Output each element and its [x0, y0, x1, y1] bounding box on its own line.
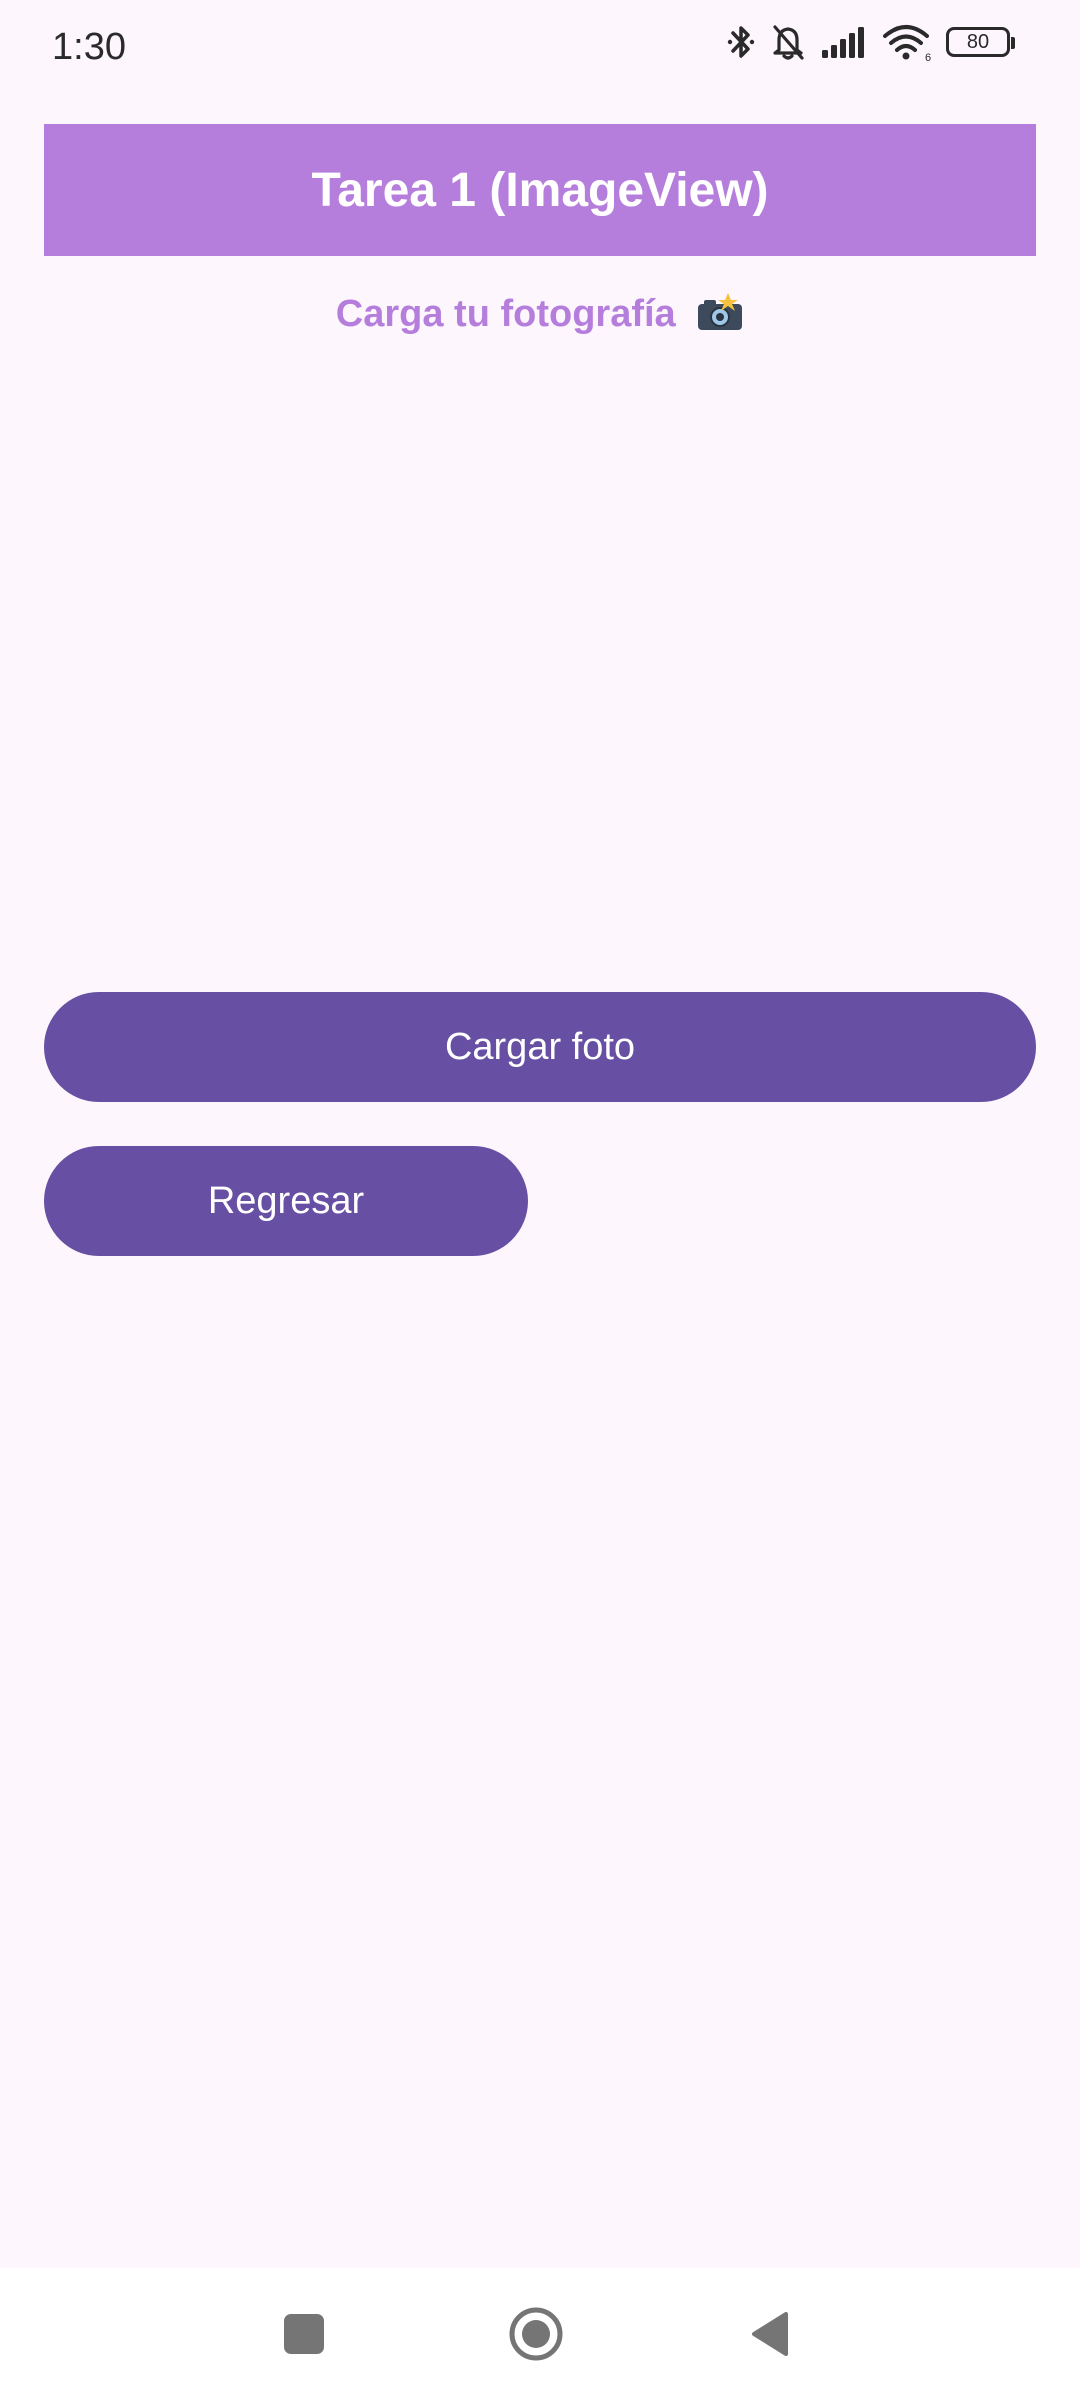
status-icons: 6 80 — [726, 22, 1015, 62]
status-bar: 1:30 6 80 — [0, 0, 1080, 100]
back-button[interactable]: Regresar — [44, 1146, 528, 1256]
navigation-bar — [0, 2268, 1080, 2400]
signal-icon — [820, 24, 868, 60]
page-title: Tarea 1 (ImageView) — [311, 163, 769, 217]
recents-square-icon[interactable] — [272, 2302, 336, 2366]
battery-level: 80 — [966, 30, 990, 53]
image-view — [44, 360, 1036, 960]
back-triangle-icon[interactable] — [738, 2302, 802, 2366]
wifi-icon: 6 — [882, 22, 932, 62]
status-time: 1:30 — [52, 26, 126, 68]
svg-text:6: 6 — [925, 52, 931, 62]
subtitle-text: Carga tu fotografía — [335, 293, 676, 335]
bluetooth-icon — [726, 22, 756, 62]
camera-flash-icon — [696, 292, 744, 342]
battery-icon: 80 — [946, 27, 1015, 57]
load-photo-button[interactable]: Cargar foto — [44, 992, 1036, 1102]
title-bar: Tarea 1 (ImageView) — [44, 124, 1036, 256]
subtitle: Carga tu fotografía — [0, 292, 1080, 342]
bell-off-icon — [770, 22, 806, 62]
home-circle-icon[interactable] — [504, 2302, 568, 2366]
